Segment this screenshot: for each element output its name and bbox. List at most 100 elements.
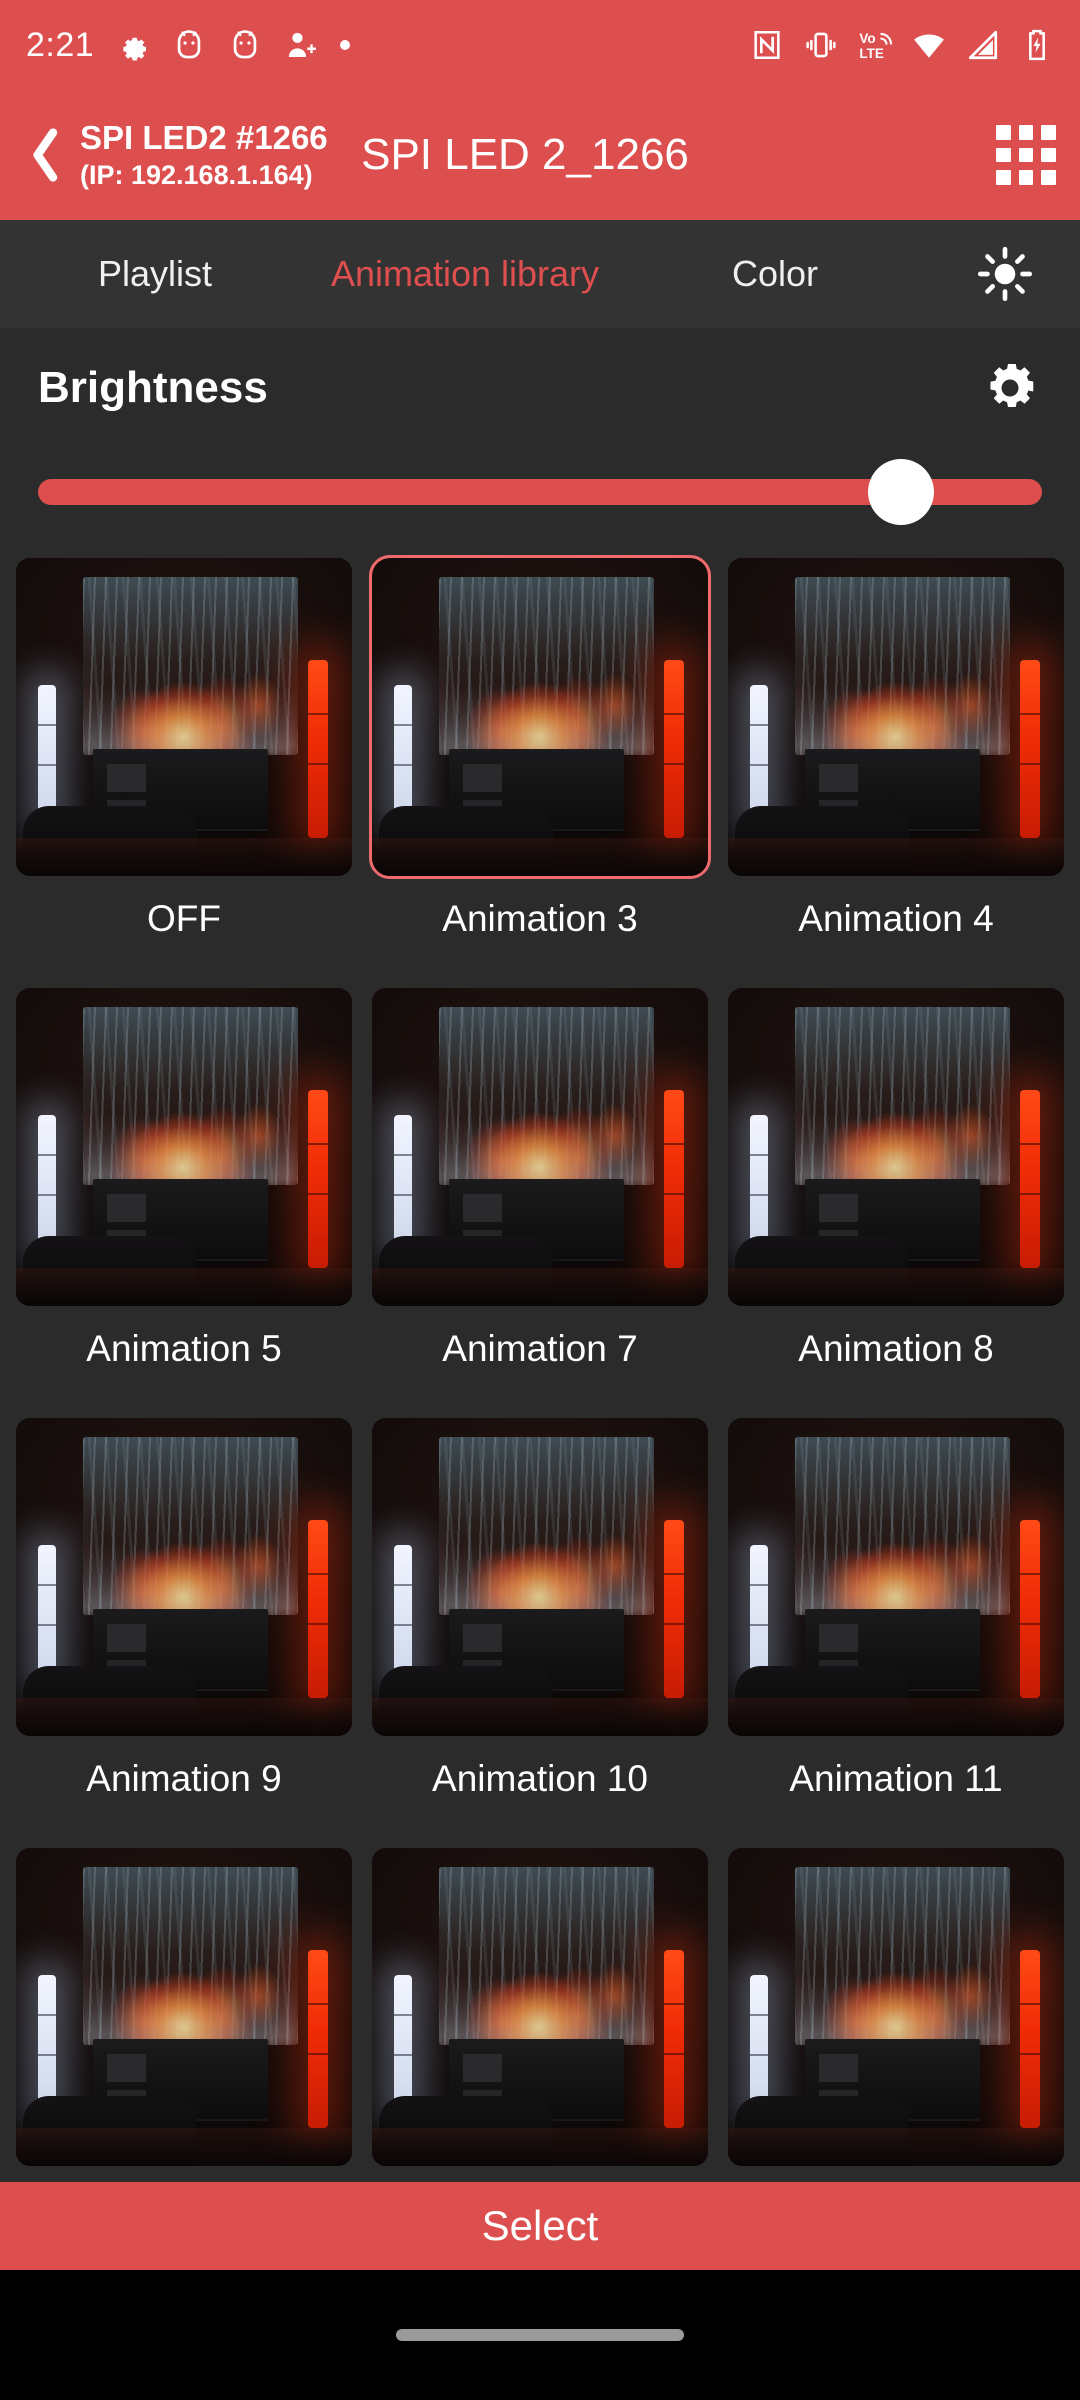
- select-button[interactable]: Select: [0, 2182, 1080, 2270]
- led-bar-right: [308, 1949, 329, 2128]
- animation-thumbnail[interactable]: [728, 988, 1064, 1306]
- animation-cell[interactable]: Animation 11: [728, 1396, 1064, 1826]
- tv-screen: [439, 1437, 655, 1616]
- animation-thumbnail[interactable]: [728, 1418, 1064, 1736]
- animation-cell[interactable]: Animation 9: [16, 1396, 352, 1826]
- brightness-header: Brightness: [0, 328, 1080, 448]
- animation-thumbnail[interactable]: [728, 558, 1064, 876]
- battery-charging-icon: [1029, 29, 1045, 61]
- floor: [16, 837, 352, 876]
- svg-text:LTE: LTE: [859, 46, 883, 61]
- floor: [16, 1267, 352, 1306]
- floor: [728, 837, 1064, 876]
- tv-screen: [439, 1007, 655, 1186]
- animation-thumbnail[interactable]: [16, 1848, 352, 2166]
- animation-thumbnail[interactable]: [369, 555, 711, 879]
- animation-cell[interactable]: Animation 4: [728, 536, 1064, 966]
- add-person-icon: [289, 32, 317, 58]
- chevron-left-icon: [33, 128, 58, 182]
- led-bar-left: [393, 1975, 413, 2116]
- tv-screen: [439, 1867, 655, 2046]
- led-bar-left: [37, 1975, 57, 2116]
- animation-cell[interactable]: [16, 1826, 352, 2182]
- animation-cell[interactable]: Animation 3: [369, 536, 711, 966]
- status-bar: 2:21 Vo LTE: [0, 0, 1080, 90]
- gear-icon: [990, 364, 1034, 407]
- led-bar-left: [37, 1545, 57, 1686]
- animation-cell[interactable]: Animation 7: [372, 966, 708, 1396]
- tv-screen: [83, 1867, 299, 2046]
- tv-smoke: [795, 676, 1011, 756]
- animation-preview-scene: [372, 1848, 708, 2166]
- animation-label: Animation 10: [432, 1758, 648, 1799]
- brightness-sun-icon: [977, 246, 1033, 302]
- animation-cell[interactable]: OFF: [16, 536, 352, 966]
- brightness-slider-row: [0, 448, 1080, 536]
- animation-thumbnail[interactable]: [372, 988, 708, 1306]
- brightness-toggle-button[interactable]: [930, 246, 1080, 302]
- tv-screen: [795, 1437, 1011, 1616]
- animation-preview-scene: [372, 1418, 708, 1736]
- animation-cell[interactable]: Animation 5: [16, 966, 352, 1396]
- animation-thumbnail[interactable]: [728, 1848, 1064, 2166]
- floor: [372, 837, 708, 876]
- tv-smoke: [795, 1966, 1011, 2046]
- animation-label: [16, 2166, 352, 2182]
- tv-smoke: [83, 1106, 299, 1186]
- floor: [728, 1697, 1064, 1736]
- animation-thumbnail[interactable]: [16, 558, 352, 876]
- animation-cell[interactable]: Animation 10: [372, 1396, 708, 1826]
- led-bar-left: [37, 1115, 57, 1256]
- animation-cell[interactable]: [728, 1826, 1064, 2182]
- animation-thumbnail[interactable]: [372, 1418, 708, 1736]
- led-bar-right: [1020, 1089, 1041, 1268]
- animation-label: [372, 2166, 708, 2182]
- gear-icon: [123, 37, 147, 61]
- tab-animation-library[interactable]: Animation library: [310, 253, 620, 295]
- animation-preview-scene: [728, 558, 1064, 876]
- tv-screen: [795, 1007, 1011, 1186]
- tv-screen: [795, 577, 1011, 756]
- tab-bar: Playlist Animation library Color: [0, 220, 1080, 328]
- tab-color[interactable]: Color: [620, 253, 930, 295]
- led-bar-right: [308, 1089, 329, 1268]
- home-gesture-pill[interactable]: [396, 2329, 684, 2341]
- tab-playlist[interactable]: Playlist: [0, 253, 310, 295]
- animation-label: Animation 11: [789, 1758, 1003, 1799]
- animation-cell[interactable]: [372, 1826, 708, 2182]
- floor: [16, 1697, 352, 1736]
- select-button-label: Select: [481, 2202, 599, 2249]
- slider-thumb[interactable]: [868, 459, 935, 525]
- animation-preview-scene: [728, 1848, 1064, 2166]
- animation-thumbnail[interactable]: [16, 988, 352, 1306]
- animation-thumbnail[interactable]: [16, 1418, 352, 1736]
- tv-smoke: [439, 676, 655, 756]
- tv-smoke: [795, 1536, 1011, 1616]
- settings-button[interactable]: [978, 356, 1042, 420]
- animation-preview-scene: [16, 1418, 352, 1736]
- cell-signal-icon: [968, 30, 998, 60]
- animation-label: Animation 9: [86, 1758, 282, 1799]
- animation-cell[interactable]: Animation 8: [728, 966, 1064, 1396]
- led-bar-left: [749, 685, 769, 826]
- brightness-label: Brightness: [38, 363, 268, 412]
- led-bar-right: [1020, 1519, 1041, 1698]
- tv-smoke: [83, 1966, 299, 2046]
- android-face-icon: [233, 30, 257, 59]
- floor: [728, 2127, 1064, 2166]
- animation-preview-scene: [372, 988, 708, 1306]
- tv-screen: [83, 1007, 299, 1186]
- led-bar-right: [664, 1949, 685, 2128]
- status-bar-right: Vo LTE: [750, 28, 1054, 62]
- animation-label: Animation 4: [798, 898, 994, 939]
- brightness-slider[interactable]: [38, 459, 1042, 525]
- android-face-icon: [177, 30, 201, 59]
- android-nav-bar: [0, 2270, 1080, 2400]
- back-button[interactable]: [20, 121, 72, 189]
- apps-grid-icon[interactable]: [996, 125, 1056, 185]
- animation-thumbnail[interactable]: [372, 1848, 708, 2166]
- volte-icon: Vo LTE: [859, 31, 892, 61]
- device-name: SPI LED2 #1266: [80, 118, 328, 156]
- vibrate-icon: [806, 32, 836, 58]
- animation-grid-scroll[interactable]: OFF Animation 3 Animation 4 Animation 5 …: [0, 536, 1080, 2182]
